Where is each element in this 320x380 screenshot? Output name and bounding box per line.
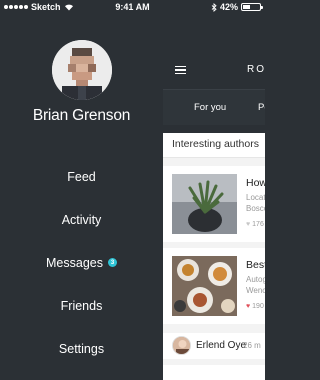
profile-avatar[interactable]	[52, 40, 112, 100]
menu-item-label: Activity	[61, 212, 102, 227]
menu-item-messages[interactable]: Messages 3	[0, 241, 163, 284]
top-bar: RO For you Pe	[163, 0, 265, 135]
menu-list: Feed Activity Messages 3 Friends Settings	[0, 155, 163, 371]
messages-badge: 3	[107, 258, 117, 268]
menu-item-label: Feed	[67, 169, 96, 184]
main-content: RO For you Pe Interesting authors How Lo…	[163, 0, 265, 380]
article-meta: ♥ 176	[246, 221, 264, 228]
profile-photo	[52, 40, 112, 100]
article-card[interactable]: How Locat Bosco ♥ 176	[163, 166, 265, 242]
author-name: Erlend Oye	[196, 340, 247, 351]
author-time: 26 m	[243, 341, 261, 350]
tab-people[interactable]: Pe	[258, 102, 265, 113]
phone-screen: Sketch 9:41 AM 42% Brian Grenson Feed Ac…	[0, 0, 265, 380]
section-title: Interesting authors	[163, 133, 265, 158]
menu-item-label: Messages	[46, 255, 103, 270]
author-row[interactable]: Erlend Oye 26 m	[163, 333, 265, 359]
article-title: How	[246, 177, 265, 189]
heart-icon: ♥	[246, 303, 251, 310]
navigation-bar: RO	[163, 40, 265, 90]
next-card-edge	[163, 365, 265, 380]
like-count: 190	[252, 303, 264, 310]
menu-item-label: Friends	[60, 299, 103, 314]
article-subtitle: Bosco	[246, 204, 265, 213]
article-meta: ♥ 190	[246, 303, 264, 310]
status-bar: Sketch 9:41 AM 42%	[0, 0, 265, 14]
article-subtitle: Locat	[246, 193, 265, 202]
author-avatar	[172, 336, 191, 355]
menu-item-feed[interactable]: Feed	[0, 155, 163, 198]
article-subtitle: Autog	[246, 275, 265, 284]
profile-name: Brian Grenson	[32, 107, 131, 124]
content-tabs: For you Pe	[163, 90, 265, 125]
heart-icon: ♥	[246, 221, 251, 228]
side-menu: Brian Grenson Feed Activity Messages 3 Fr…	[0, 0, 163, 380]
menu-item-label: Settings	[58, 342, 105, 357]
menu-item-activity[interactable]: Activity	[0, 198, 163, 241]
tab-for-you[interactable]: For you	[194, 102, 226, 113]
article-subtitle: Wenc	[246, 286, 265, 295]
bluetooth-icon	[211, 2, 217, 12]
app-brand: RO	[247, 64, 265, 75]
status-right: 42%	[211, 2, 263, 12]
hamburger-menu-icon[interactable]	[175, 66, 186, 74]
article-thumbnail	[172, 256, 237, 316]
like-count: 176	[252, 221, 264, 228]
article-thumbnail	[172, 174, 237, 234]
article-title: Best	[246, 259, 265, 271]
menu-item-settings[interactable]: Settings	[0, 328, 163, 371]
battery-percent: 42%	[219, 2, 238, 12]
article-card[interactable]: Best Autog Wenc ♥ 190	[163, 248, 265, 324]
battery-icon	[241, 3, 263, 11]
menu-item-friends[interactable]: Friends	[0, 285, 163, 328]
